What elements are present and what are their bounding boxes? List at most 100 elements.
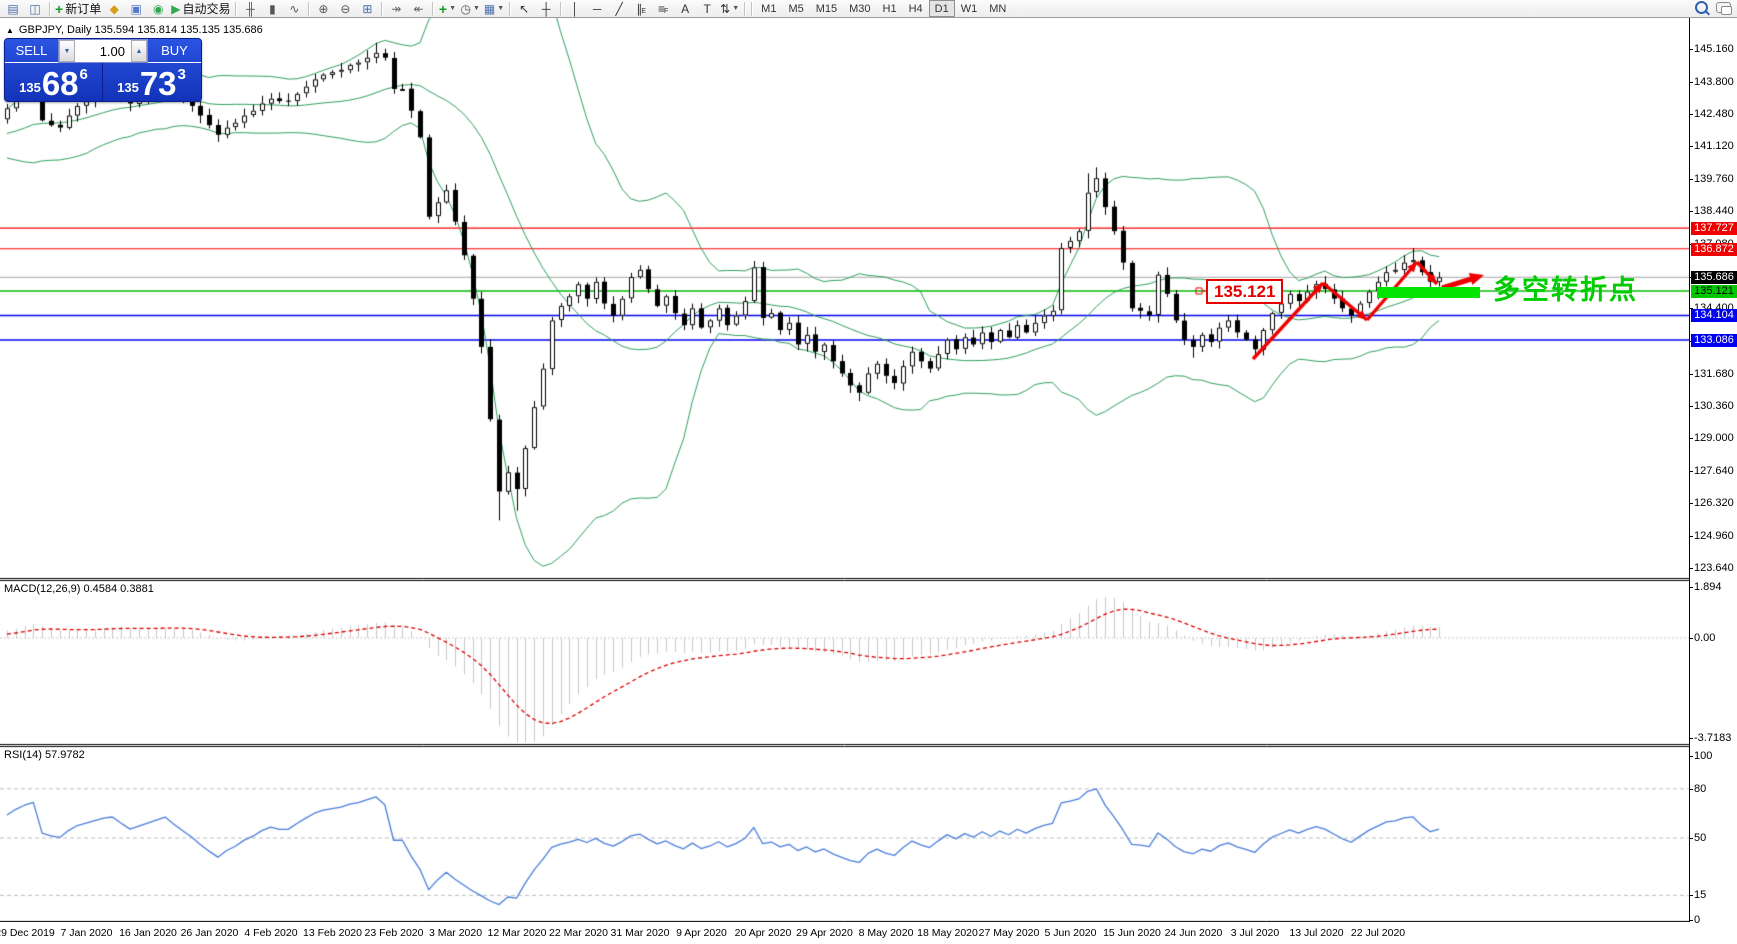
market-watch-button[interactable]: ▤ [2, 1, 24, 17]
date-label: 9 Apr 2020 [676, 927, 727, 939]
volume-decrease-button[interactable]: ▼ [59, 40, 75, 62]
date-label: 5 Jun 2020 [1045, 927, 1097, 939]
collapse-panel-icon[interactable]: ▲ [6, 26, 14, 35]
date-label: 8 May 2020 [859, 927, 914, 939]
price-level-callout[interactable]: 135.121 [1206, 279, 1283, 304]
price-tick: 129.000 [1694, 432, 1734, 444]
timeframe-h4-button[interactable]: H4 [903, 0, 929, 17]
chevron-down-icon: ▼ [473, 1, 480, 17]
price-line-badge: 134.104 [1691, 309, 1737, 322]
toolbar-separator [560, 2, 561, 16]
sell-price-button[interactable]: 135 68 6 [5, 63, 103, 101]
chevron-down-icon: ▼ [732, 1, 739, 17]
text-icon: A [681, 1, 689, 17]
timeframe-d1-button[interactable]: D1 [929, 0, 955, 17]
price-tick: 130.360 [1694, 400, 1734, 412]
volume-control: ▼ ▲ [58, 39, 148, 63]
signals-icon[interactable]: ◉ [147, 1, 169, 17]
tile-windows-icon: ⊞ [362, 1, 372, 17]
indicators-button[interactable]: +▼ [436, 1, 458, 17]
zoom-out-button[interactable]: ⊖ [334, 1, 356, 17]
date-label: 24 Jun 2020 [1165, 927, 1223, 939]
price-line-badge: 135.121 [1691, 285, 1737, 298]
new-order-button[interactable]: +新订单 [53, 1, 103, 17]
macd-tick: -3.7183 [1694, 732, 1731, 744]
templates-button[interactable]: ▦▼ [482, 1, 506, 17]
price-tick: 142.480 [1694, 108, 1734, 120]
toolbar-separator [308, 2, 309, 16]
templates-icon: ▦ [484, 1, 495, 17]
zoom-in-button[interactable]: ⊕ [312, 1, 334, 17]
sell-price-pips: 6 [80, 66, 88, 83]
text-button[interactable]: A [674, 1, 696, 17]
timeframe-m30-button[interactable]: M30 [843, 0, 876, 17]
mql-market-icon-icon: ◆ [110, 1, 119, 17]
timeframe-m1-button[interactable]: M1 [755, 0, 782, 17]
price-tick: 145.160 [1694, 43, 1734, 55]
date-label: 4 Feb 2020 [244, 927, 297, 939]
chart-title: ▲GBPJPY, Daily 135.594 135.814 135.135 1… [6, 24, 263, 36]
arrows-button[interactable]: ⇅▼ [718, 1, 741, 17]
arrows-icon: ⇅ [720, 1, 730, 17]
horizontal-line-button[interactable]: ─ [586, 1, 608, 17]
timeframe-h1-button[interactable]: H1 [877, 0, 903, 17]
rsi-tick: 80 [1694, 783, 1706, 795]
toolbar: ▤◫+新订单◆▣◉▶自动交易╫▮∿⊕⊖⊞↠↞+▼◷▼▦▼↖┼│─╱∥E≡FAT⇅… [0, 0, 1737, 18]
autotrading-button[interactable]: ▶自动交易 [169, 1, 232, 17]
expert-advisor-icon[interactable]: ▣ [125, 1, 147, 17]
vertical-line-button[interactable]: │ [564, 1, 586, 17]
buy-price-button[interactable]: 135 73 3 [103, 63, 200, 101]
rsi-tick: 50 [1694, 832, 1706, 844]
mql-market-icon[interactable]: ◆ [103, 1, 125, 17]
volume-increase-button[interactable]: ▲ [131, 40, 147, 62]
price-chart-canvas[interactable] [0, 18, 1689, 922]
date-label: 12 Mar 2020 [488, 927, 547, 939]
sell-price-prefix: 135 [19, 80, 41, 95]
timeframe-mn-button[interactable]: MN [983, 0, 1012, 17]
periods-button[interactable]: ◷▼ [458, 1, 481, 17]
trendline-icon: ╱ [616, 1, 623, 17]
buy-button[interactable]: BUY [148, 39, 201, 63]
macd-tick: 0.00 [1694, 632, 1715, 644]
timeframe-w1-button[interactable]: W1 [955, 0, 984, 17]
rsi-indicator-label: RSI(14) 57.9782 [4, 749, 85, 761]
price-tick: 141.120 [1694, 140, 1734, 152]
toolbar-separator [49, 2, 50, 16]
support-zone-rectangle[interactable] [1377, 287, 1480, 298]
toolbar-separator [432, 2, 433, 16]
one-click-trading-panel: SELL ▼ ▲ BUY 135 68 6 135 73 3 [4, 38, 202, 102]
trendline-button[interactable]: ╱ [608, 1, 630, 17]
fibonacci-button[interactable]: ≡F [652, 1, 674, 17]
search-icon[interactable] [1695, 1, 1708, 14]
line-chart-mode-button[interactable]: ∿ [283, 1, 305, 17]
zoom-in-icon: ⊕ [318, 1, 328, 17]
toolbar-separator [381, 2, 382, 16]
candle-chart-mode-icon: ▮ [269, 1, 276, 17]
timeframe-m5-button[interactable]: M5 [782, 0, 809, 17]
candle-chart-mode-button[interactable]: ▮ [261, 1, 283, 17]
date-label: 20 Apr 2020 [735, 927, 792, 939]
auto-scroll-button[interactable]: ↠ [385, 1, 407, 17]
chart-shift-button[interactable]: ↞ [407, 1, 429, 17]
channel-button[interactable]: ∥E [630, 1, 652, 17]
sell-button[interactable]: SELL [5, 39, 58, 63]
price-tick: 127.640 [1694, 465, 1734, 477]
icon-subscript: E [641, 4, 646, 20]
signals-icon-icon: ◉ [153, 1, 163, 17]
price-axis: 145.160143.800142.480141.120139.760138.4… [1689, 18, 1737, 922]
navigator-button[interactable]: ◫ [24, 1, 46, 17]
tile-windows-button[interactable]: ⊞ [356, 1, 378, 17]
date-label: 13 Feb 2020 [303, 927, 362, 939]
bar-chart-mode-button[interactable]: ╫ [239, 1, 261, 17]
macd-indicator-label: MACD(12,26,9) 0.4584 0.3881 [4, 583, 154, 595]
timeframe-m15-button[interactable]: M15 [810, 0, 843, 17]
volume-input[interactable] [75, 40, 131, 62]
chat-icon[interactable] [1716, 2, 1731, 13]
crosshair-button[interactable]: ┼ [535, 1, 557, 17]
label-button[interactable]: T [696, 1, 718, 17]
buy-price-pips: 3 [178, 66, 186, 83]
cursor-button[interactable]: ↖ [513, 1, 535, 17]
label-icon: T [703, 1, 710, 17]
date-label: 7 Jan 2020 [61, 927, 113, 939]
turning-point-note[interactable]: 多空转折点 [1493, 268, 1638, 307]
